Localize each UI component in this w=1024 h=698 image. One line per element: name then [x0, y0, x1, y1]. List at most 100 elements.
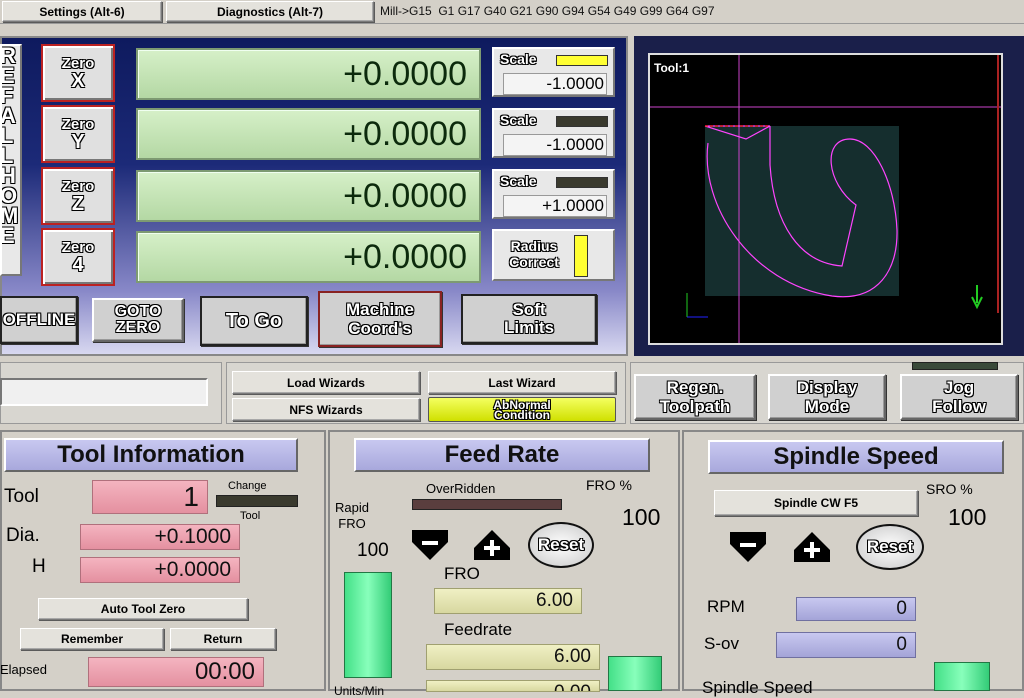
rpm-field: 0 — [796, 597, 916, 621]
rapid-fro-slider[interactable] — [344, 572, 392, 678]
scale-x-led — [556, 55, 608, 66]
tool-info-title: Tool Information — [4, 438, 298, 472]
scale-x[interactable]: Scale -1.0000 — [492, 47, 615, 97]
spindle-title: Spindle Speed — [708, 440, 1004, 474]
radius-correct-label: Radius Correct — [509, 238, 559, 270]
zero-y-bottom: Y — [71, 130, 85, 153]
dro-4[interactable]: +0.0000 — [136, 231, 481, 283]
display-mode-label: Display Mode — [796, 378, 858, 416]
progress-bar — [0, 378, 208, 406]
zero-x-top: Zero — [61, 54, 95, 72]
h-label: H — [32, 556, 46, 577]
fro-field[interactable]: 6.00 — [434, 588, 582, 614]
regen-toolpath-label: Regen. Toolpath — [659, 378, 731, 416]
scale-z-led — [556, 177, 608, 188]
abnormal-condition-indicator[interactable]: AbNormal Condition — [428, 397, 616, 422]
toolpath-graphic — [650, 55, 1001, 343]
zero-z-button[interactable]: Zero Z — [41, 167, 115, 225]
scale-y-led — [556, 116, 608, 127]
fro-label: FRO — [444, 564, 480, 583]
last-wizard-button[interactable]: Last Wizard — [428, 371, 616, 394]
zero-z-bottom: Z — [71, 192, 85, 215]
sro-reset-button[interactable]: Reset — [856, 524, 924, 570]
sro-pct-label: SRO % — [926, 481, 973, 497]
tool-marker-icon — [971, 285, 983, 310]
jog-follow-indicator — [912, 362, 998, 370]
zero-x-bottom: X — [71, 69, 85, 92]
feedrate-field[interactable]: 6.00 — [426, 644, 600, 670]
tool-label: Tool — [4, 486, 39, 507]
rpm-label: RPM — [707, 597, 745, 616]
machine-coords-button[interactable]: Machine Coord's — [318, 291, 442, 347]
soft-limits-button[interactable]: Soft Limits — [461, 294, 597, 344]
remember-button[interactable]: Remember — [20, 628, 164, 650]
scale-x-value: -1.0000 — [503, 73, 607, 95]
sro-up-icon[interactable] — [790, 530, 834, 564]
fro-pct-label: FRO % — [586, 477, 632, 493]
scale-z[interactable]: Scale +1.0000 — [492, 169, 615, 219]
soft-limits-label: Soft Limits — [503, 300, 555, 337]
radius-correct-button[interactable]: Radius Correct — [492, 229, 615, 281]
fro-pct-value: 100 — [622, 504, 661, 530]
zero-x-button[interactable]: Zero X — [41, 44, 115, 102]
jog-follow-button[interactable]: Jog Follow — [900, 374, 1018, 420]
change-tool-label: Change — [228, 480, 267, 492]
display-mode-button[interactable]: Display Mode — [768, 374, 886, 420]
toolpath-display[interactable]: Tool:1 — [648, 53, 1003, 345]
change-tool-sub: Tool — [240, 510, 261, 522]
scale-z-label: Scale — [500, 173, 537, 189]
regen-toolpath-button[interactable]: Regen. Toolpath — [634, 374, 756, 420]
scale-y-value: -1.0000 — [503, 134, 607, 156]
dia-label: Dia. — [6, 525, 40, 546]
sov-label: S-ov — [704, 634, 739, 653]
radius-correct-led — [574, 235, 588, 277]
offline-button[interactable]: OFFLINE — [0, 296, 78, 344]
zero-4-button[interactable]: Zero 4 — [41, 228, 115, 286]
spindle-speed-label: Spindle Speed — [702, 678, 813, 697]
dia-field[interactable]: +0.1000 — [80, 524, 240, 550]
elapsed-label: Elapsed — [0, 662, 47, 677]
feedrate-label: Feedrate — [444, 620, 513, 639]
dro-z[interactable]: +0.0000 — [136, 170, 481, 222]
settings-tab-button[interactable]: Settings (Alt-6) — [2, 1, 162, 22]
scale-z-value: +1.0000 — [503, 195, 607, 217]
abnormal-condition-label: AbNormal Condition — [493, 397, 551, 422]
units-label: Units/Min — [334, 684, 385, 698]
zero-z-top: Zero — [61, 177, 95, 195]
feedrate-slider[interactable] — [608, 656, 662, 691]
jog-follow-label: Jog Follow — [932, 378, 986, 416]
load-wizards-button[interactable]: Load Wizards — [232, 371, 420, 394]
return-button[interactable]: Return — [170, 628, 276, 650]
scale-y-label: Scale — [500, 112, 537, 128]
machine-coords-label: Machine Coord's — [345, 300, 415, 338]
zero-4-top: Zero — [61, 238, 95, 256]
sov-field: 0 — [776, 632, 916, 658]
units-field: 0.00 — [426, 680, 600, 692]
scale-x-label: Scale — [500, 51, 537, 67]
diagnostics-tab-button[interactable]: Diagnostics (Alt-7) — [166, 1, 374, 22]
spindle-cw-button[interactable]: Spindle CW F5 — [714, 490, 918, 516]
ref-all-home-button[interactable]: REF ALL HOME — [0, 44, 22, 276]
zero-y-button[interactable]: Zero Y — [41, 105, 115, 163]
overridden-label: OverRidden — [426, 481, 496, 496]
to-go-button[interactable]: To Go — [200, 296, 308, 346]
fro-down-icon[interactable] — [408, 528, 452, 562]
tool-number-field[interactable]: 1 — [92, 480, 208, 514]
nfs-wizards-button[interactable]: NFS Wizards — [232, 398, 420, 421]
fro-up-icon[interactable] — [470, 528, 514, 562]
dro-x[interactable]: +0.0000 — [136, 48, 481, 100]
h-field[interactable]: +0.0000 — [80, 557, 240, 583]
ref-all-home-label: REF ALL HOME — [0, 44, 19, 248]
zero-4-bottom: 4 — [72, 253, 84, 276]
sro-down-icon[interactable] — [726, 530, 770, 564]
goto-zero-button[interactable]: GOTO ZERO — [92, 298, 184, 342]
dro-y[interactable]: +0.0000 — [136, 108, 481, 160]
scale-y[interactable]: Scale -1.0000 — [492, 108, 615, 158]
zero-y-top: Zero — [61, 115, 95, 133]
rapid-fro-value: 100 — [357, 540, 389, 561]
spindle-slider[interactable] — [934, 662, 990, 691]
auto-tool-zero-button[interactable]: Auto Tool Zero — [38, 598, 248, 620]
fro-reset-button[interactable]: Reset — [528, 522, 594, 568]
change-tool-led — [216, 495, 298, 507]
elapsed-field: 00:00 — [88, 657, 264, 687]
